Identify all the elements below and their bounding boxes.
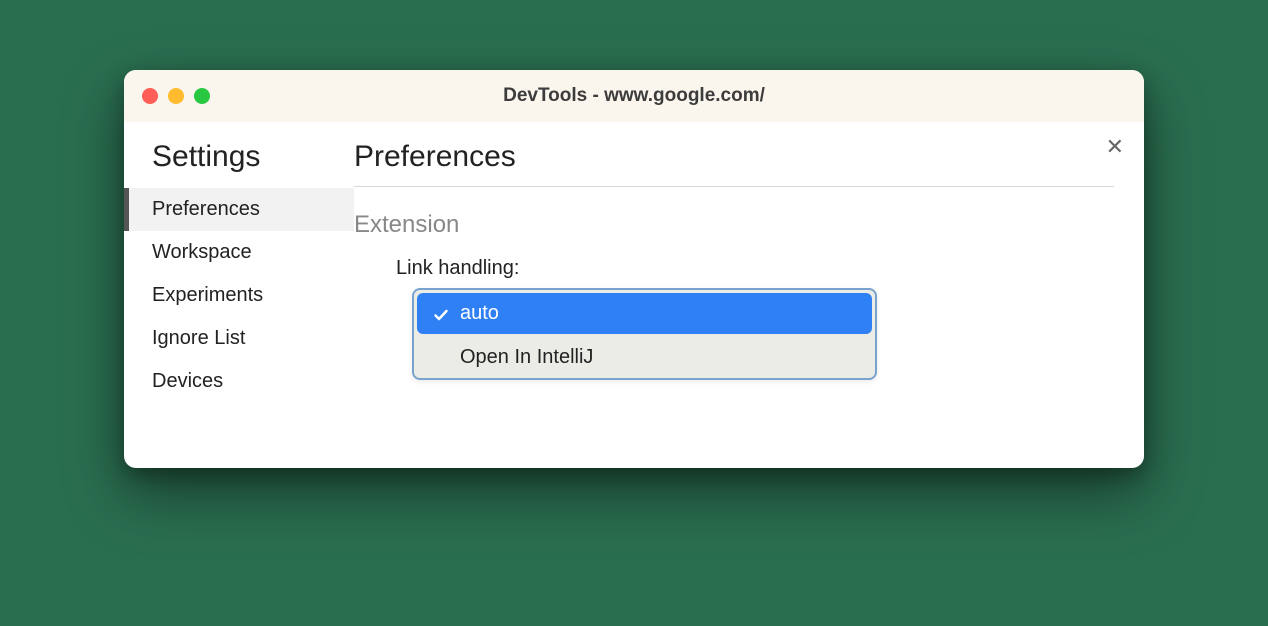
titlebar: DevTools - www.google.com/ — [124, 70, 1144, 122]
page-title: Preferences — [354, 140, 1114, 187]
sidebar-item-label: Experiments — [152, 284, 263, 306]
content-area: ✕ Settings Preferences Workspace Experim… — [124, 122, 1144, 468]
sidebar-item-label: Preferences — [152, 198, 260, 220]
sidebar-title: Settings — [124, 140, 354, 188]
sidebar-item-preferences[interactable]: Preferences — [124, 188, 354, 231]
sidebar-item-label: Workspace — [152, 241, 252, 263]
link-handling-dropdown[interactable]: auto Open In IntelliJ — [412, 288, 877, 380]
settings-sidebar: Settings Preferences Workspace Experimen… — [124, 122, 354, 468]
dropdown-option-auto[interactable]: auto — [417, 293, 872, 334]
section-title: Extension — [354, 211, 1114, 239]
window-title: DevTools - www.google.com/ — [124, 85, 1144, 107]
sidebar-item-ignore-list[interactable]: Ignore List — [124, 317, 354, 360]
dropdown-option-intellij[interactable]: Open In IntelliJ — [414, 337, 875, 378]
devtools-window: DevTools - www.google.com/ ✕ Settings Pr… — [124, 70, 1144, 468]
main-panel: Preferences Extension Link handling: aut… — [354, 122, 1144, 468]
check-icon — [433, 306, 449, 322]
minimize-window-button[interactable] — [168, 88, 184, 104]
dropdown-option-label: auto — [460, 302, 499, 324]
sidebar-item-devices[interactable]: Devices — [124, 360, 354, 403]
dropdown-option-label: Open In IntelliJ — [460, 346, 593, 368]
maximize-window-button[interactable] — [194, 88, 210, 104]
traffic-lights — [142, 88, 210, 104]
sidebar-item-workspace[interactable]: Workspace — [124, 231, 354, 274]
link-handling-label: Link handling: — [396, 257, 1114, 280]
close-settings-button[interactable]: ✕ — [1106, 136, 1124, 158]
close-window-button[interactable] — [142, 88, 158, 104]
sidebar-item-label: Devices — [152, 370, 223, 392]
sidebar-item-experiments[interactable]: Experiments — [124, 274, 354, 317]
sidebar-item-label: Ignore List — [152, 327, 245, 349]
